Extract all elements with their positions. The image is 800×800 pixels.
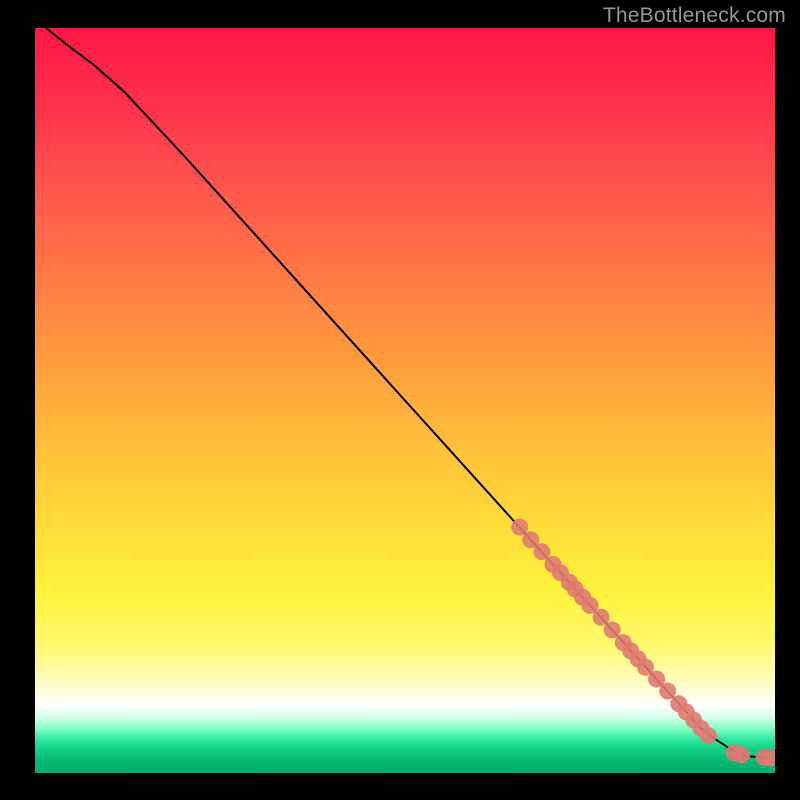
watermark-text: TheBottleneck.com [603,4,786,28]
plot-area [35,28,775,773]
chart-container: TheBottleneck.com [0,0,800,800]
data-marker [733,747,750,764]
data-marker [700,727,717,744]
chart-overlay [35,28,775,773]
curve-line [46,28,771,758]
data-markers [511,519,775,767]
